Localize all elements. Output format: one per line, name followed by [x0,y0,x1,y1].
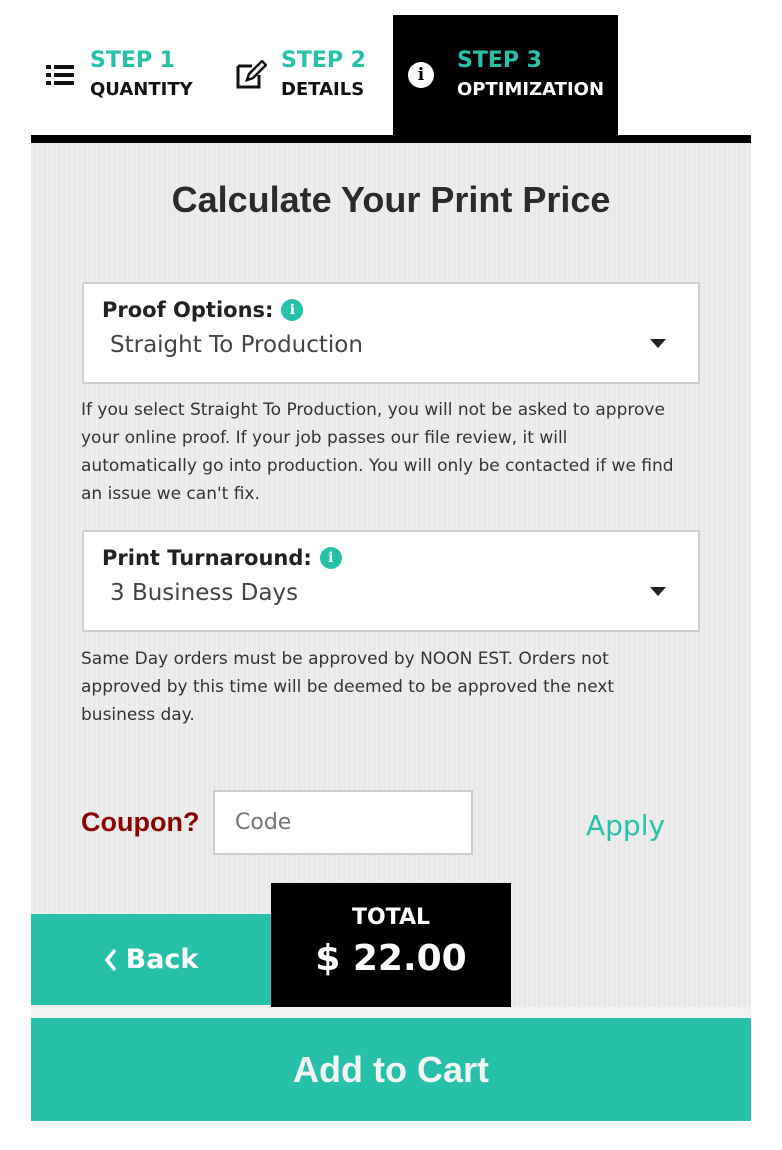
edit-icon [235,60,267,90]
print-turnaround-select[interactable]: Print Turnaround: i 3 Business Days [82,530,700,632]
tab-step-2[interactable]: STEP 2 DETAILS [235,15,393,135]
print-turnaround-value: 3 Business Days [110,580,299,606]
tab-step-3[interactable]: i STEP 3 OPTIMIZATION [393,15,618,135]
info-icon: i [405,62,437,88]
chevron-left-icon [104,948,116,971]
step-number: STEP 1 [90,48,175,73]
page-title: Calculate Your Print Price [171,179,611,220]
apply-coupon-button[interactable]: Apply [586,809,665,842]
print-turnaround-label: Print Turnaround: [102,546,312,570]
back-label: Back [125,944,199,975]
caret-down-icon [650,587,666,596]
tab-step-1[interactable]: STEP 1 QUANTITY [44,15,214,135]
add-to-cart-button[interactable]: Add to Cart [31,1018,751,1121]
list-icon [44,63,76,87]
total-label: TOTAL [351,905,431,930]
proof-options-label: Proof Options: [102,298,274,322]
info-icon[interactable]: i [281,299,304,321]
caret-down-icon [650,339,666,348]
coupon-label: Coupon? [81,807,200,837]
proof-options-value: Straight To Production [110,332,363,358]
info-icon[interactable]: i [319,547,342,569]
proof-options-select[interactable]: Proof Options: i Straight To Production [82,282,700,384]
proof-options-note: If you select Straight To Production, yo… [81,400,674,504]
step-number: STEP 3 [457,48,542,73]
step-label: QUANTITY [90,79,193,100]
print-turnaround-note: Same Day orders must be approved by NOON… [81,649,615,725]
total-price: $ 22.00 [315,938,467,979]
back-button[interactable]: Back [31,914,271,1005]
total-box: TOTAL $ 22.00 [271,883,511,1007]
step-number: STEP 2 [281,48,366,73]
price-calculator-panel: Calculate Your Print Price Proof Options… [31,135,751,1007]
step-label: OPTIMIZATION [457,79,605,100]
coupon-code-input[interactable] [213,790,473,855]
divider [31,1007,751,1018]
step-label: DETAILS [281,79,365,100]
